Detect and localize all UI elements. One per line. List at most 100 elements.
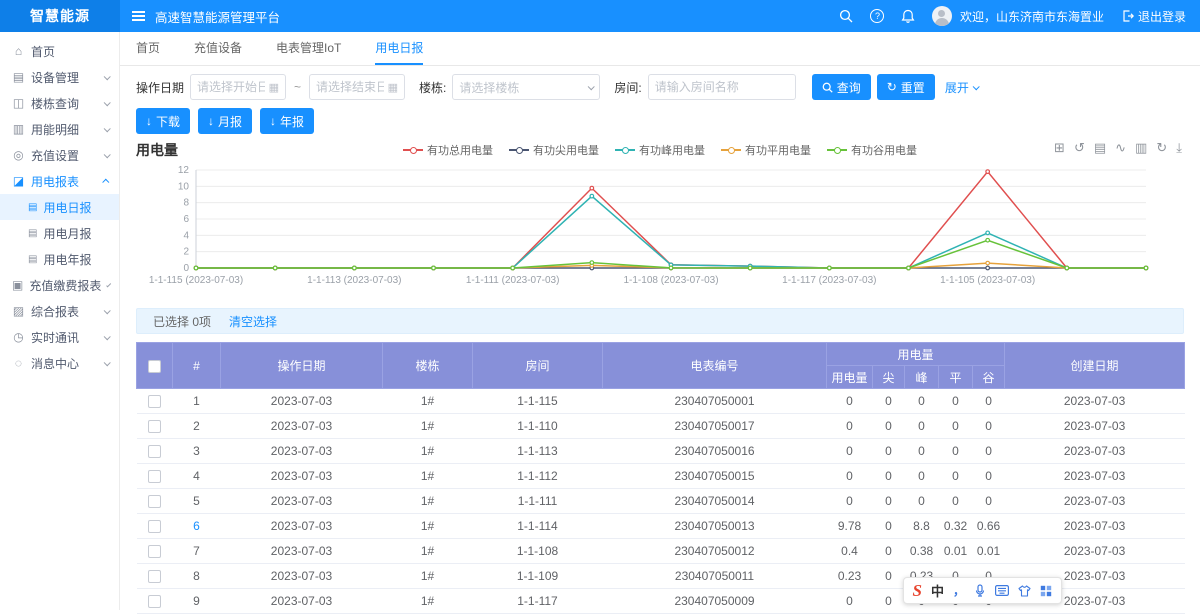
row-checkbox[interactable]	[148, 495, 161, 508]
monthly-report-button[interactable]: ↓ 月报	[198, 108, 252, 134]
line-chart-icon[interactable]: ∿	[1115, 140, 1126, 156]
calendar-icon: ▦	[388, 81, 398, 94]
bell-icon[interactable]	[901, 9, 916, 24]
cell-usage: 0	[827, 439, 873, 464]
user-avatar[interactable]	[932, 6, 952, 26]
sidebar-item-消息中心[interactable]: ◌消息中心	[0, 350, 119, 376]
mic-icon[interactable]	[974, 584, 986, 597]
doc-icon: ▤	[28, 228, 37, 239]
sidebar-item-综合报表[interactable]: ▨综合报表	[0, 298, 119, 324]
legend-item-有功尖用电量[interactable]: 有功尖用电量	[509, 142, 599, 158]
tab-用电日报[interactable]: 用电日报	[375, 32, 423, 65]
chevron-down-icon	[104, 359, 111, 366]
building-select[interactable]: 请选择楼栋	[452, 74, 600, 100]
sidebar-item-首页[interactable]: ⌂首页	[0, 38, 119, 64]
cell-building: 1#	[383, 539, 473, 564]
data-view-icon[interactable]: ▤	[1094, 140, 1106, 156]
search-icon[interactable]	[839, 9, 854, 24]
legend-item-有功谷用电量[interactable]: 有功谷用电量	[827, 142, 917, 158]
sidebar-item-充值缴费报表[interactable]: ▣充值缴费报表	[0, 272, 119, 298]
select-all-checkbox[interactable]	[148, 360, 161, 373]
cell-sharp: 0	[873, 564, 905, 589]
cell-building: 1#	[383, 439, 473, 464]
logout-button[interactable]: 退出登录	[1122, 8, 1186, 25]
restore-icon[interactable]: ↺	[1074, 140, 1085, 156]
sidebar-collapse-icon[interactable]	[132, 11, 145, 21]
ime-mode-chinese[interactable]: 中	[931, 581, 944, 600]
row-checkbox-cell	[137, 439, 173, 464]
usage-chart-card: 用电量 有功总用电量有功尖用电量有功峰用电量有功平用电量有功谷用电量 ⊞ ↺ ▤ ∿ ▥…	[136, 140, 1184, 290]
search-button[interactable]: 查询	[812, 74, 871, 100]
sidebar-subitem-用电月报[interactable]: ▤用电月报	[0, 220, 119, 246]
sidebar-subitem-用电年报[interactable]: ▤用电年报	[0, 246, 119, 272]
row-checkbox[interactable]	[148, 470, 161, 483]
sidebar-item-实时通讯[interactable]: ◷实时通讯	[0, 324, 119, 350]
cell-sharp: 0	[873, 464, 905, 489]
ime-toolbar[interactable]: S 中 ，	[903, 577, 1063, 604]
row-checkbox[interactable]	[148, 545, 161, 558]
room-input[interactable]	[655, 80, 789, 94]
help-icon[interactable]: ?	[870, 9, 885, 24]
legend-item-有功总用电量[interactable]: 有功总用电量	[403, 142, 493, 158]
row-checkbox[interactable]	[148, 395, 161, 408]
end-date-input[interactable]	[316, 80, 384, 94]
cell-valley: 0	[973, 439, 1005, 464]
content: 操作日期 ▦ ~ ▦ 楼栋: 请选择楼栋 房间: 查询	[120, 66, 1200, 614]
cell-date: 2023-07-03	[221, 564, 383, 589]
sidebar-item-楼栋查询[interactable]: ◫楼栋查询	[0, 90, 119, 116]
tab-充值设备[interactable]: 充值设备	[194, 32, 242, 65]
cell-meter: 230407050013	[603, 514, 827, 539]
refresh-icon[interactable]: ↻	[1156, 140, 1167, 156]
usage-chart-svg: 0246810121-1-115 (2023-07-03)1-1-113 (20…	[136, 164, 1180, 290]
chart-title: 用电量	[136, 140, 178, 160]
sidebar-item-设备管理[interactable]: ▤设备管理	[0, 64, 119, 90]
sidebar-item-用电报表[interactable]: ◪用电报表	[0, 168, 119, 194]
sidebar-item-用能明细[interactable]: ▥用能明细	[0, 116, 119, 142]
cell-meter: 230407050017	[603, 414, 827, 439]
download-icon: ↓	[146, 114, 152, 128]
toolbox-icon[interactable]	[1040, 585, 1052, 597]
main-area: 首页充值设备电表管理IoT用电日报 操作日期 ▦ ~ ▦ 楼栋: 请选择楼栋 房…	[120, 32, 1200, 610]
row-checkbox[interactable]	[148, 520, 161, 533]
table-row: 52023-07-031#1-1-11123040705001400000202…	[137, 489, 1185, 514]
tab-电表管理IoT[interactable]: 电表管理IoT	[276, 32, 341, 65]
room-field[interactable]	[648, 74, 796, 100]
row-checkbox[interactable]	[148, 570, 161, 583]
end-date-field[interactable]: ▦	[309, 74, 405, 100]
expand-link[interactable]: 展开	[945, 79, 978, 96]
clear-selection-link[interactable]: 清空选择	[229, 313, 277, 330]
legend-item-有功峰用电量[interactable]: 有功峰用电量	[615, 142, 705, 158]
download-button[interactable]: ↓ 下载	[136, 108, 190, 134]
cell-created: 2023-07-03	[1005, 414, 1185, 439]
cell-usage: 0	[827, 464, 873, 489]
welcome-text: 欢迎，山东济南市东海置业	[960, 8, 1104, 25]
col-header-num: #	[173, 343, 221, 389]
sidebar-subitem-用电日报[interactable]: ▤用电日报	[0, 194, 119, 220]
legend-marker	[615, 146, 635, 155]
cell-valley: 0.01	[973, 539, 1005, 564]
start-date-field[interactable]: ▦	[190, 74, 286, 100]
yearly-report-button[interactable]: ↓ 年报	[260, 108, 314, 134]
start-date-input[interactable]	[197, 80, 265, 94]
cell-usage: 0	[827, 414, 873, 439]
row-checkbox-cell	[137, 489, 173, 514]
punctuation-icon[interactable]: ，	[953, 585, 965, 597]
chevron-down-icon	[588, 83, 595, 90]
row-checkbox[interactable]	[148, 595, 161, 608]
reset-button[interactable]: ↻ 重置	[877, 74, 935, 100]
row-checkbox[interactable]	[148, 445, 161, 458]
cell-created: 2023-07-03	[1005, 439, 1185, 464]
download-image-icon[interactable]: ⤓	[1176, 140, 1182, 156]
area-zoom-icon[interactable]: ⊞	[1054, 140, 1065, 156]
cell-meter: 230407050012	[603, 539, 827, 564]
cell-meter: 230407050016	[603, 439, 827, 464]
row-checkbox[interactable]	[148, 420, 161, 433]
keyboard-icon[interactable]	[995, 585, 1009, 596]
legend-item-有功平用电量[interactable]: 有功平用电量	[721, 142, 811, 158]
col-header-flat: 平	[939, 366, 973, 389]
tab-首页[interactable]: 首页	[136, 32, 160, 65]
cell-valley: 0.66	[973, 514, 1005, 539]
skin-icon[interactable]	[1018, 585, 1031, 597]
bar-chart-icon[interactable]: ▥	[1135, 140, 1147, 156]
sidebar-item-充值设置[interactable]: ◎充值设置	[0, 142, 119, 168]
